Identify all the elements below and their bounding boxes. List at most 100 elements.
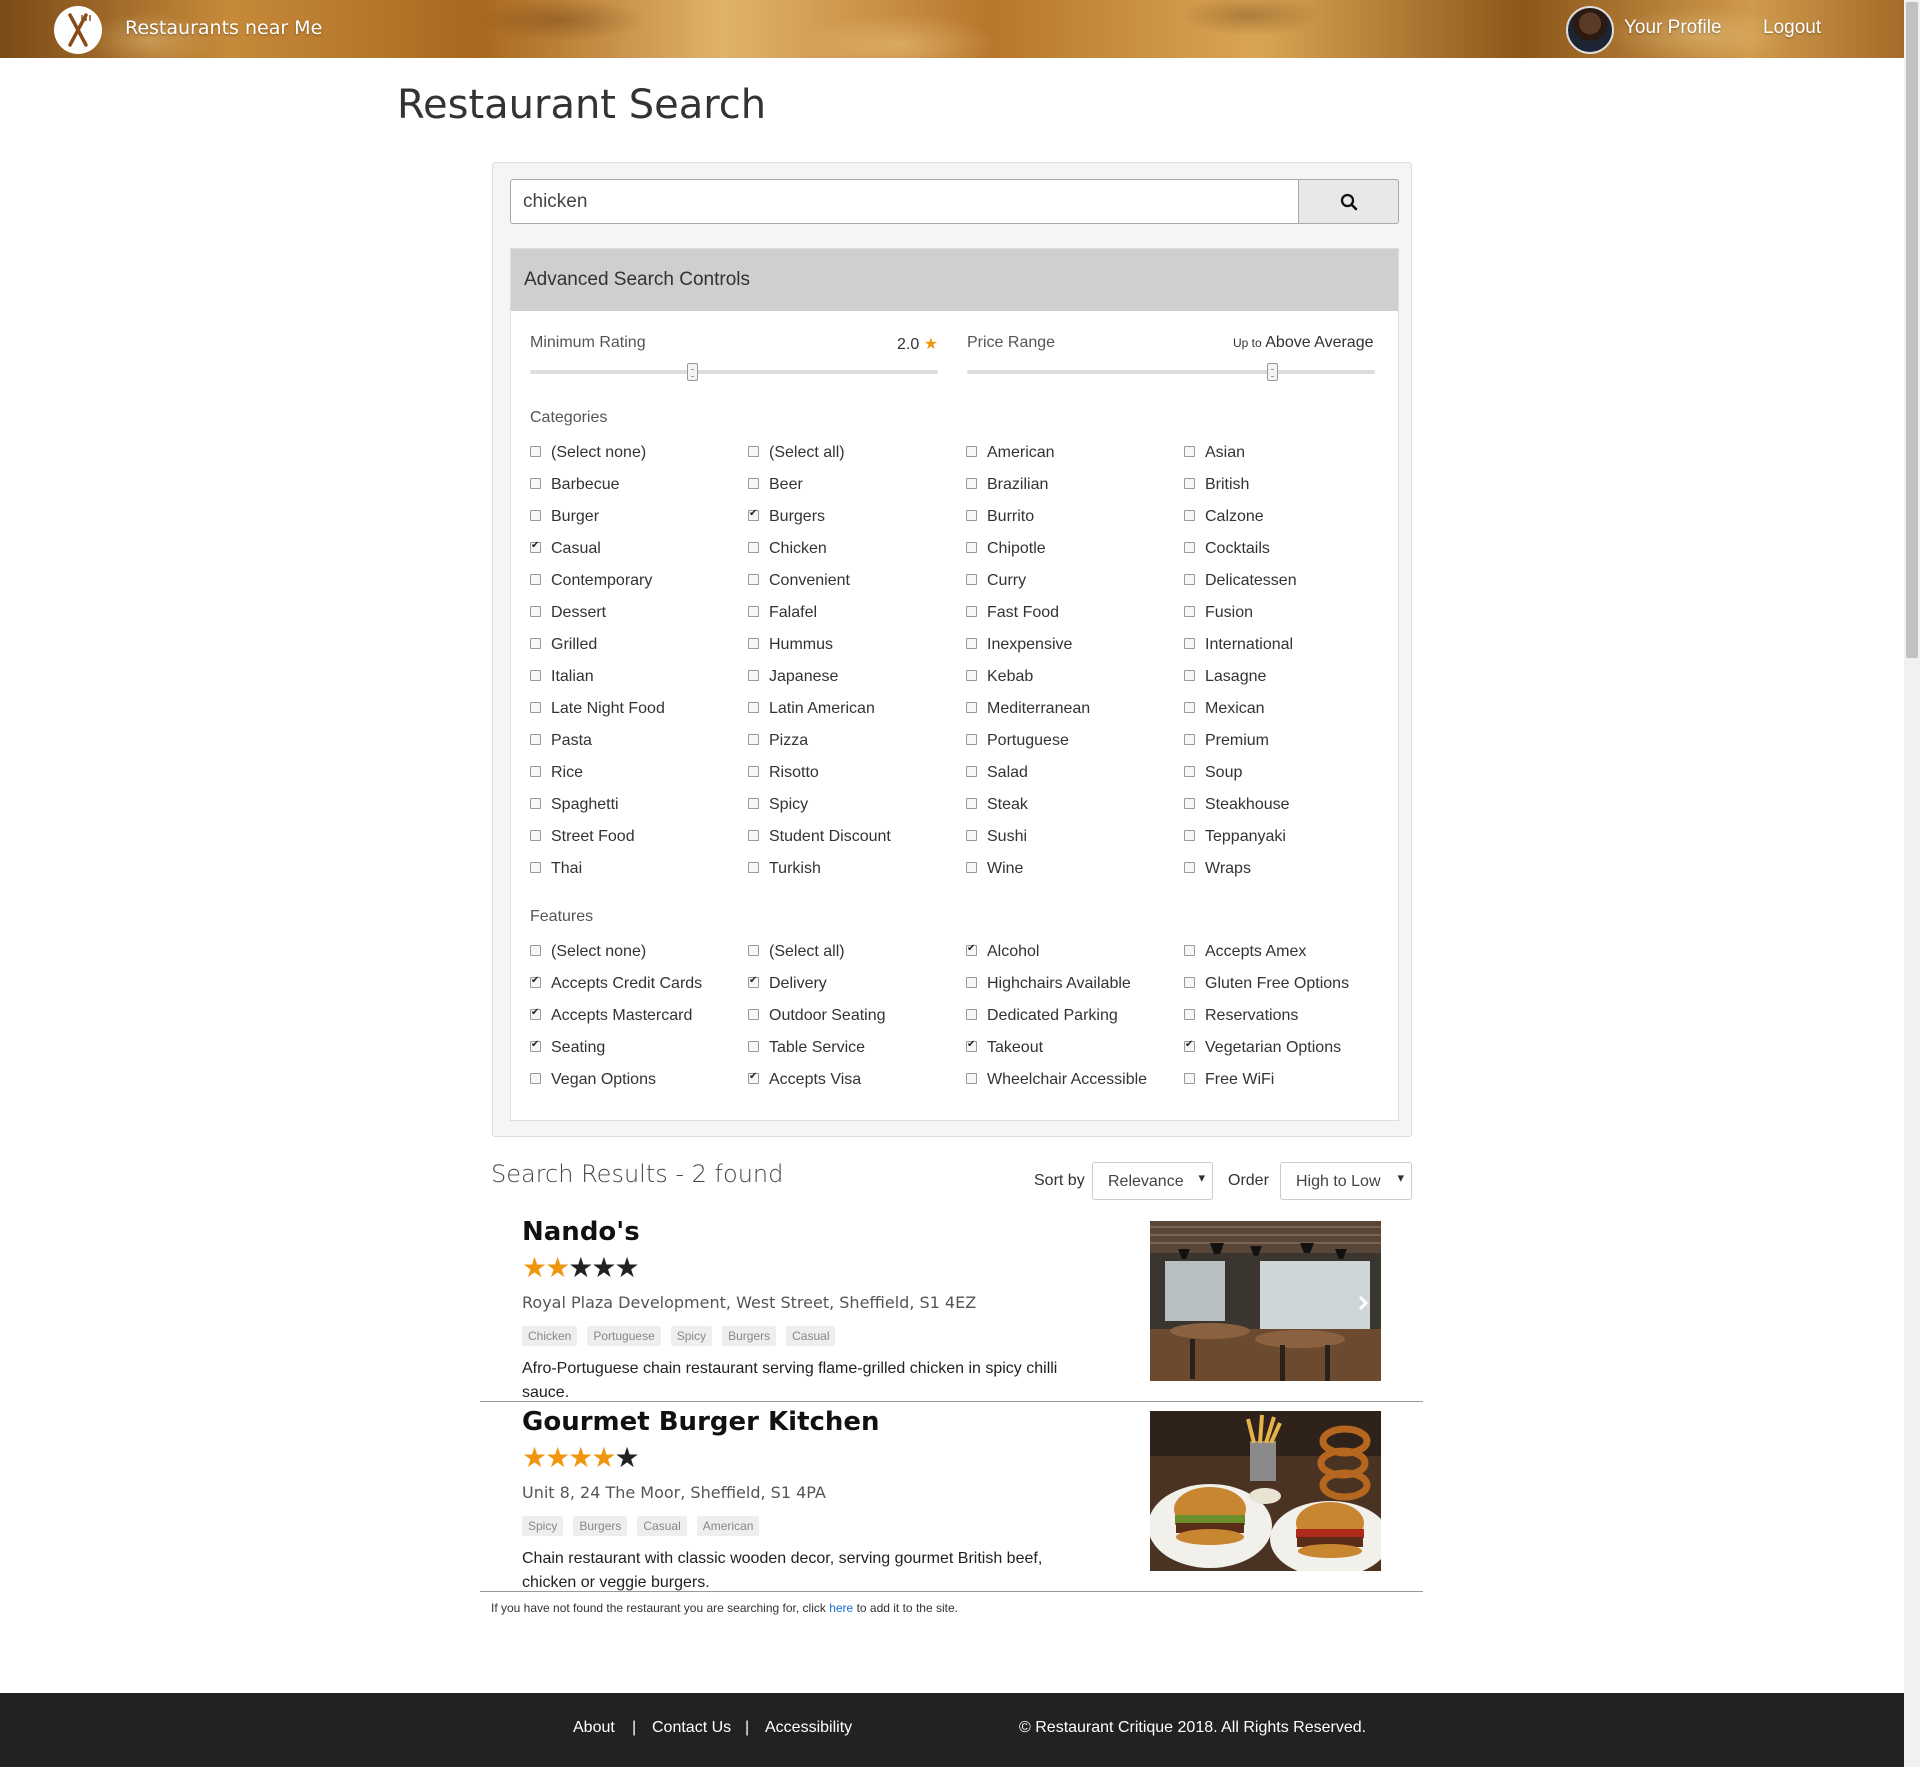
feature-checkbox[interactable] [966,1008,977,1020]
category-checkbox[interactable] [748,797,759,809]
min-rating-track[interactable] [530,370,938,374]
category-option-asian[interactable]: Asian [1184,437,1400,469]
category-checkbox[interactable] [530,669,541,681]
feature-option-seating[interactable]: Seating [530,1032,748,1064]
category-option-japanese[interactable]: Japanese [748,661,966,693]
category-checkbox[interactable] [966,509,977,521]
search-button[interactable] [1298,179,1399,224]
category-option-lasagne[interactable]: Lasagne [1184,661,1400,693]
category-option-spicy[interactable]: Spicy [748,789,966,821]
category-option-salad[interactable]: Salad [966,757,1184,789]
category-option-late-night-food[interactable]: Late Night Food [530,693,748,725]
tag[interactable]: Chicken [522,1326,578,1346]
feature-checkbox[interactable] [1184,976,1195,988]
category-option-cocktails[interactable]: Cocktails [1184,533,1400,565]
category-option-turkish[interactable]: Turkish [748,853,966,885]
category-checkbox[interactable] [530,509,541,521]
feature-checkbox[interactable] [966,1072,977,1084]
category-option-steak[interactable]: Steak [966,789,1184,821]
category-option-fast-food[interactable]: Fast Food [966,597,1184,629]
category-option-american[interactable]: American [966,437,1184,469]
order-select[interactable]: High to Low [1280,1162,1412,1200]
tag[interactable]: Casual [637,1516,687,1536]
category-checkbox[interactable] [966,445,977,457]
category-checkbox[interactable] [748,669,759,681]
result-card-gbk[interactable]: Gourmet Burger Kitchen ★★★★★ Unit 8, 24 … [522,1407,1382,1591]
category-option-thai[interactable]: Thai [530,853,748,885]
category-option-mexican[interactable]: Mexican [1184,693,1400,725]
feature-checkbox[interactable] [530,1072,541,1084]
logout-link[interactable]: Logout [1763,17,1821,39]
feature-checkbox[interactable] [1184,944,1195,956]
category-checkbox[interactable] [748,605,759,617]
category-checkbox[interactable] [1184,573,1195,585]
category-checkbox[interactable] [748,477,759,489]
category-checkbox[interactable] [966,541,977,553]
category-checkbox[interactable] [748,637,759,649]
category-checkbox[interactable] [966,829,977,841]
feature-checkbox[interactable] [748,1071,759,1084]
category-checkbox[interactable] [530,637,541,649]
category-checkbox[interactable] [748,861,759,873]
tag[interactable]: Burgers [573,1516,628,1536]
category-option-hummus[interactable]: Hummus [748,629,966,661]
burgers-photo[interactable] [1150,1411,1381,1571]
feature-option-alcohol[interactable]: Alcohol [966,936,1184,968]
category-checkbox[interactable] [1184,669,1195,681]
category-checkbox[interactable] [748,829,759,841]
category-option-pizza[interactable]: Pizza [748,725,966,757]
category-option-mediterranean[interactable]: Mediterranean [966,693,1184,725]
category-option-dessert[interactable]: Dessert [530,597,748,629]
footer-accessibility-link[interactable]: Accessibility [765,1719,852,1737]
category-checkbox[interactable] [1184,701,1195,713]
scrollbar-thumb[interactable] [1906,2,1918,658]
feature-option-select-none[interactable]: (Select none) [530,936,748,968]
feature-checkbox[interactable] [748,1040,759,1052]
category-checkbox[interactable] [530,477,541,489]
add-restaurant-link[interactable]: here [829,1601,853,1615]
feature-checkbox[interactable] [748,1008,759,1020]
tag[interactable]: Spicy [670,1326,713,1346]
category-checkbox[interactable] [1184,509,1195,521]
feature-option-dedicated-parking[interactable]: Dedicated Parking [966,1000,1184,1032]
result-name[interactable]: Nando's [522,1217,640,1247]
feature-checkbox[interactable] [966,943,977,956]
feature-option-outdoor-seating[interactable]: Outdoor Seating [748,1000,966,1032]
tag[interactable]: American [696,1516,760,1536]
category-option-risotto[interactable]: Risotto [748,757,966,789]
profile-link[interactable]: Your Profile [1624,17,1722,39]
category-checkbox[interactable] [530,797,541,809]
category-option-steakhouse[interactable]: Steakhouse [1184,789,1400,821]
category-option-burrito[interactable]: Burrito [966,501,1184,533]
category-checkbox[interactable] [1184,477,1195,489]
footer-about-link[interactable]: About [573,1719,615,1737]
category-checkbox[interactable] [748,701,759,713]
category-checkbox[interactable] [1184,765,1195,777]
tag[interactable]: Burgers [722,1326,777,1346]
category-option-spaghetti[interactable]: Spaghetti [530,789,748,821]
feature-checkbox[interactable] [1184,1072,1195,1084]
category-checkbox[interactable] [748,445,759,457]
result-card-nandos[interactable]: Nando's ★★★★★ Royal Plaza Development, W… [522,1217,1382,1401]
category-checkbox[interactable] [966,797,977,809]
tag[interactable]: Casual [786,1326,836,1346]
category-checkbox[interactable] [966,605,977,617]
feature-option-highchairs-available[interactable]: Highchairs Available [966,968,1184,1000]
category-checkbox[interactable] [748,541,759,553]
feature-option-table-service[interactable]: Table Service [748,1032,966,1064]
category-option-calzone[interactable]: Calzone [1184,501,1400,533]
feature-checkbox[interactable] [748,944,759,956]
category-option-wine[interactable]: Wine [966,853,1184,885]
category-checkbox[interactable] [966,573,977,585]
category-checkbox[interactable] [1184,445,1195,457]
category-checkbox[interactable] [530,540,541,553]
category-option-student-discount[interactable]: Student Discount [748,821,966,853]
category-option-italian[interactable]: Italian [530,661,748,693]
category-option-convenient[interactable]: Convenient [748,565,966,597]
category-checkbox[interactable] [530,765,541,777]
category-checkbox[interactable] [530,701,541,713]
search-input[interactable] [510,179,1298,224]
category-checkbox[interactable] [966,733,977,745]
category-checkbox[interactable] [1184,733,1195,745]
feature-option-wheelchair-accessible[interactable]: Wheelchair Accessible [966,1064,1184,1096]
